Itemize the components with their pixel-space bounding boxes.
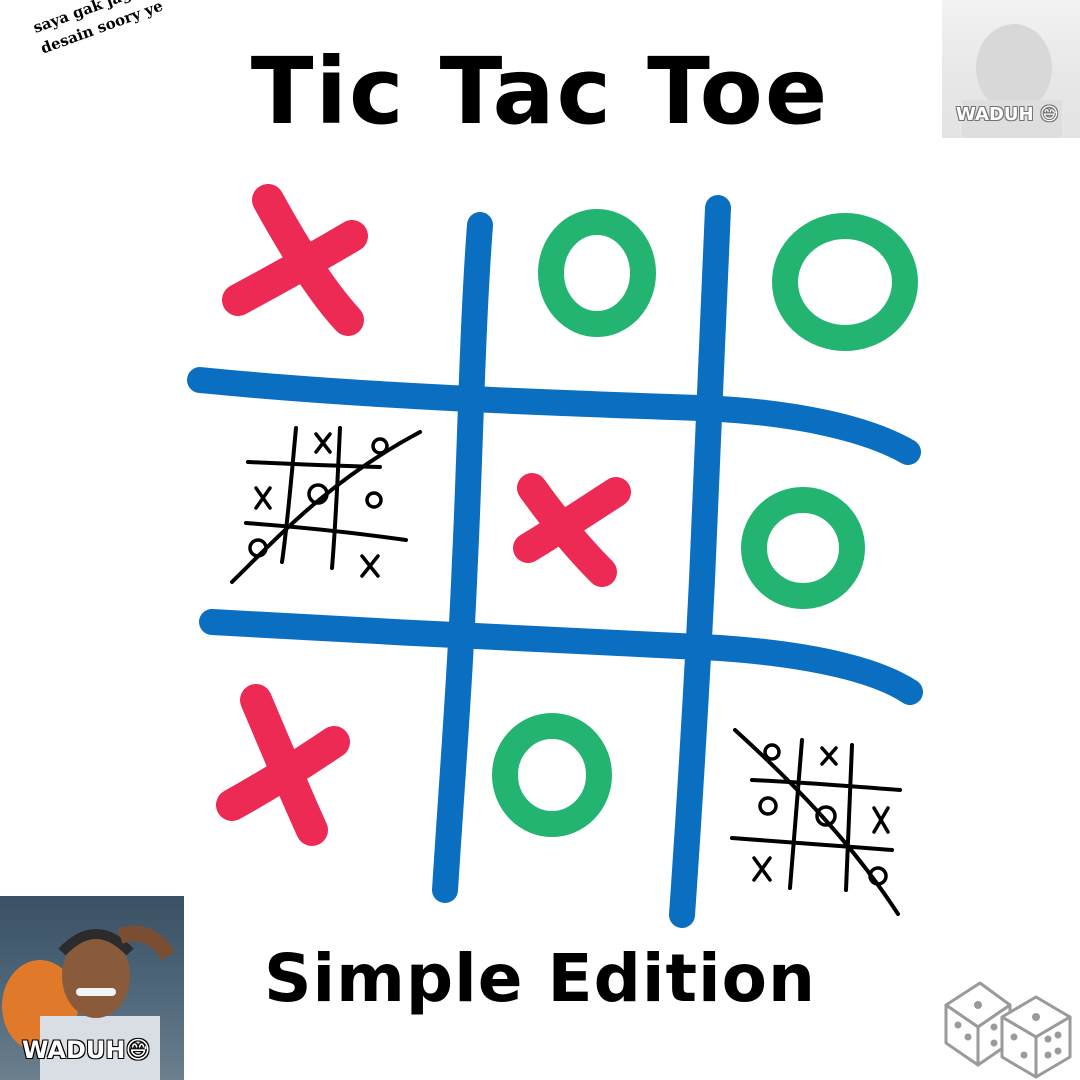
cell-6-x-mark[interactable]	[216, 684, 350, 846]
mini-board-1-marks	[248, 432, 389, 578]
cell-5-o-mark[interactable]	[741, 487, 865, 609]
cell-7-o-mark[interactable]	[492, 713, 612, 837]
cell-1-o-mark[interactable]	[538, 209, 656, 337]
cell-8-mini-board[interactable]	[730, 728, 902, 916]
cell-2-o-mark[interactable]	[772, 213, 918, 351]
cell-3-mini-board[interactable]	[230, 426, 422, 584]
game-board	[187, 184, 923, 928]
cell-4-x-mark[interactable]	[513, 473, 631, 587]
cell-0-x-mark[interactable]	[222, 184, 368, 336]
page-subtitle: Simple Edition	[264, 940, 816, 1017]
dice-icon	[944, 981, 1072, 1079]
